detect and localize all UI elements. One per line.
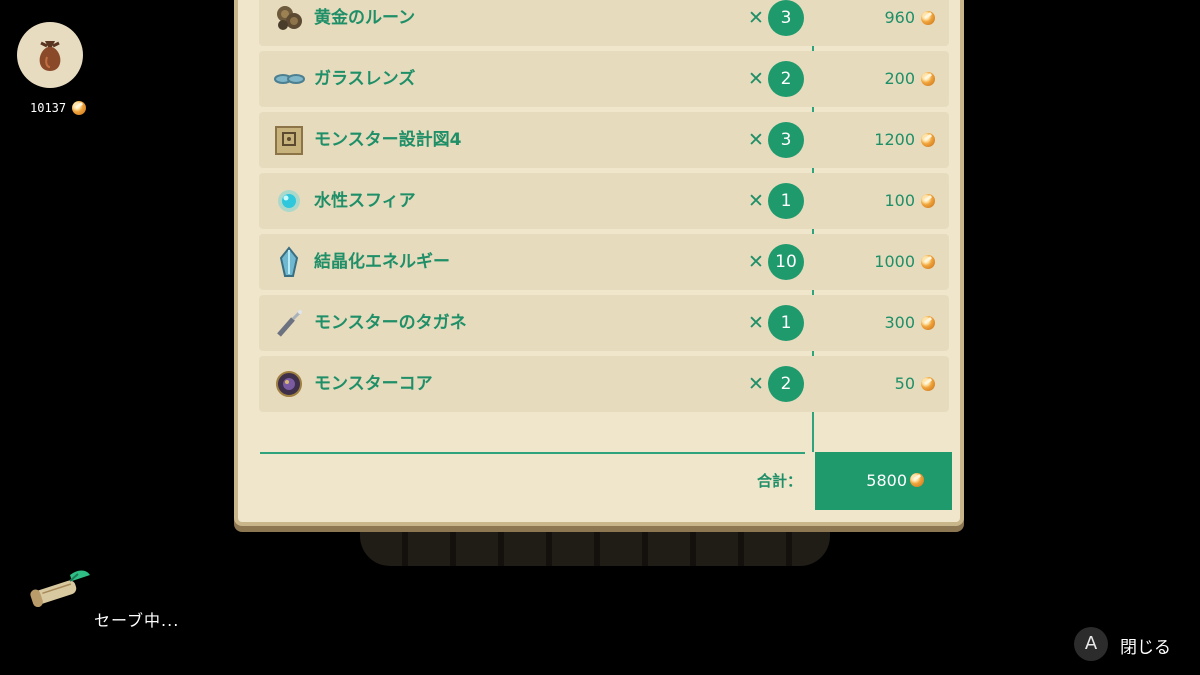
item-price: 200	[884, 69, 915, 88]
gold-amount: 10137	[30, 101, 67, 115]
coin-icon	[921, 255, 935, 269]
coin-icon	[921, 194, 935, 208]
saving-status: セーブ中...	[94, 611, 180, 630]
item-name: 黄金のルーン	[314, 8, 416, 28]
monster-chisel-icon	[273, 307, 305, 339]
coin-icon	[921, 377, 935, 391]
panel-shadow	[360, 522, 830, 566]
item-price: 960	[884, 8, 915, 27]
item-row: モンスターのタガネ ✕ 1 300	[259, 295, 949, 351]
item-row: モンスター設計図4 ✕ 3 1200	[259, 112, 949, 168]
item-row: モンスターコア ✕ 2 50	[259, 356, 949, 412]
item-price: 300	[884, 313, 915, 332]
golden-rune-icon	[273, 2, 305, 34]
item-price: 50	[894, 374, 915, 393]
saving-scroll-icon	[26, 565, 98, 608]
item-name: モンスターコア	[314, 374, 433, 394]
close-label[interactable]: 閉じる	[1120, 633, 1171, 658]
total-value: 5800	[866, 471, 907, 490]
total-divider	[260, 452, 805, 454]
coin-icon	[921, 316, 935, 330]
times-icon: ✕	[748, 129, 764, 151]
item-name: 結晶化エネルギー	[314, 252, 450, 272]
item-price: 1000	[874, 252, 915, 271]
quantity-badge: 10	[768, 244, 804, 280]
times-icon: ✕	[748, 312, 764, 334]
total-box: 5800	[815, 452, 952, 510]
item-row: 水性スフィア ✕ 1 100	[259, 173, 949, 229]
coin-icon	[921, 72, 935, 86]
coin-icon	[921, 11, 935, 25]
quantity-badge: 2	[768, 61, 804, 97]
total-label: 合計：	[756, 472, 802, 490]
coin-icon	[72, 101, 87, 115]
quantity-badge: 1	[768, 305, 804, 341]
times-icon: ✕	[748, 68, 764, 90]
coin-icon	[921, 133, 935, 147]
item-name: モンスターのタガネ	[314, 313, 467, 333]
times-icon: ✕	[748, 7, 764, 29]
item-price: 1200	[874, 130, 915, 149]
item-row: 黄金のルーン ✕ 3 960	[259, 0, 949, 46]
item-name: モンスター設計図4	[314, 130, 462, 150]
a-button-icon[interactable]: A	[1074, 627, 1108, 661]
item-row: ガラスレンズ ✕ 2 200	[259, 51, 949, 107]
monster-core-icon	[273, 368, 305, 400]
coin-icon	[910, 473, 924, 487]
quantity-badge: 3	[768, 0, 804, 36]
wallet-bag-icon	[17, 22, 83, 88]
item-row: 結晶化エネルギー ✕ 10 1000	[259, 234, 949, 290]
times-icon: ✕	[748, 190, 764, 212]
crystal-energy-icon	[273, 246, 305, 278]
water-sphere-icon	[273, 185, 305, 217]
item-name: 水性スフィア	[314, 191, 416, 211]
glass-lens-icon	[273, 63, 305, 95]
item-price: 100	[884, 191, 915, 210]
item-name: ガラスレンズ	[314, 69, 416, 89]
quantity-badge: 3	[768, 122, 804, 158]
times-icon: ✕	[748, 373, 764, 395]
gold-counter: 10137	[30, 98, 87, 118]
quantity-badge: 2	[768, 366, 804, 402]
quantity-badge: 1	[768, 183, 804, 219]
times-icon: ✕	[748, 251, 764, 273]
monster-blueprint-icon	[273, 124, 305, 156]
